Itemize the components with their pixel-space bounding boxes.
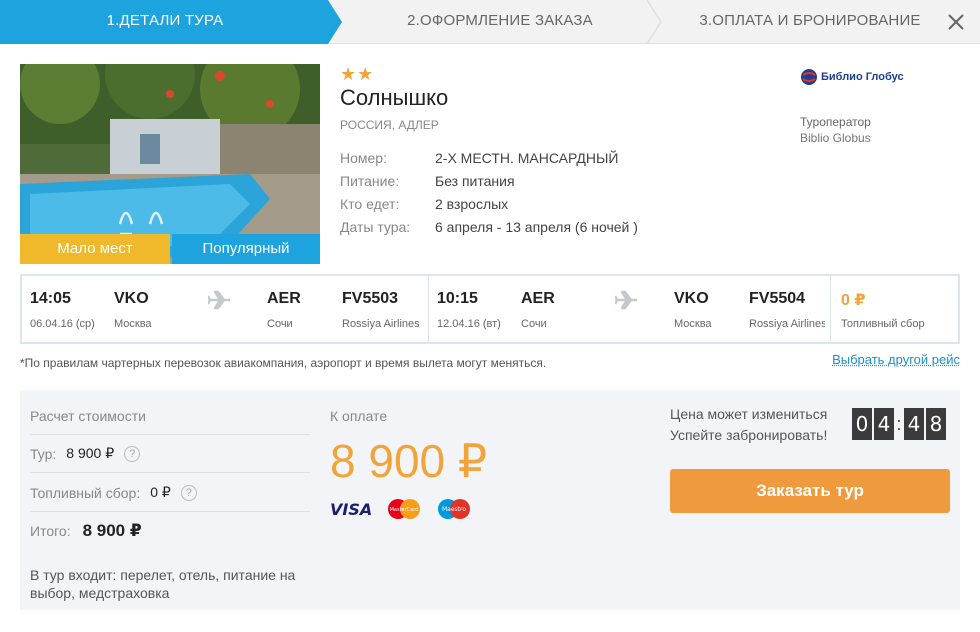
calc-value: 0 ₽ [150,484,171,500]
countdown-timer: 0 4 : 4 8 [852,408,948,440]
calc-row-fuel: Топливный сбор: 0 ₽ ? [30,484,197,501]
flights-panel: 14:05 06.04.16 (ср) VKO Москва AER Сочи … [20,274,960,344]
detail-value: 6 апреля - 13 апреля (6 ночей ) [435,219,638,235]
to-code: AER [267,290,301,307]
to-pay-amount: 8 900 ₽ [330,435,488,487]
order-tour-button[interactable]: Заказать тур [670,469,950,513]
operator-logo: Библио Глобус [800,68,904,86]
fuel-surcharge: 0 ₽ Топливный сбор [830,276,960,342]
calc-label: Итого: [30,523,71,539]
to-code: VKO [674,290,709,307]
detail-value: 2-Х МЕСТН. МАНСАРДНЫЙ [435,150,619,166]
dep-date: 06.04.16 (ср) [30,318,95,330]
checkout-steps: 1.Детали тура 2.Оформление заказа 3.Опла… [0,0,980,44]
help-icon[interactable]: ? [180,484,197,501]
step-payment[interactable]: 3.Оплата и бронирование [660,0,960,44]
tour-includes: В тур входит: перелет, отель, питание на… [30,567,296,601]
airline: Rossiya Airlines [749,318,825,330]
detail-row-dates: Даты тура: 6 апреля - 13 апреля (6 ночей … [340,217,638,240]
from-code: AER [521,290,555,307]
globe-icon [801,69,817,85]
detail-label: Даты тура: [340,219,411,235]
detail-row-room: Номер: 2-Х МЕСТН. МАНСАРДНЫЙ [340,148,638,171]
dep-time: 14:05 [30,290,71,307]
mastercard-icon: MasterCard [388,499,420,519]
fuel-price: 0 ₽ [841,292,866,309]
badge-popular: Популярный [172,234,320,264]
close-icon[interactable] [944,10,968,34]
badge-few-places: Мало мест [20,234,170,264]
fuel-label: Топливный сбор [841,318,925,330]
flight-number: FV5504 [749,290,806,307]
from-city: Москва [114,318,152,330]
svg-text:Maestro: Maestro [442,506,466,513]
svg-text:VISA: VISA [330,500,372,519]
calc-value: 8 900 ₽ [66,445,115,461]
star-rating: ★★ [340,64,375,84]
price-warning: Цена может измениться Успейте заброниров… [670,404,827,446]
detail-label: Кто едет: [340,196,400,212]
timer-digit: 4 [904,408,924,440]
divider [30,511,310,512]
flight-outbound: 14:05 06.04.16 (ср) VKO Москва AER Сочи … [22,276,426,342]
visa-icon: VISA [330,500,372,519]
detail-label: Номер: [340,150,387,166]
timer-separator: : [896,413,902,434]
charter-note: *По правилам чартерных перевозок авиаком… [20,356,547,370]
calc-label: Топливный сбор: [30,484,141,501]
hotel-location: РОССИЯ, АДЛЕР [340,118,439,132]
timer-digit: 8 [926,408,946,440]
svg-text:MasterCard: MasterCard [390,507,419,513]
help-icon[interactable]: ? [124,445,141,462]
maestro-icon: Maestro [438,499,470,519]
timer-digit: 0 [852,408,872,440]
divider [30,434,310,435]
choose-other-flight-link[interactable]: Выбрать другой рейс [832,352,960,367]
detail-value: 2 взрослых [435,196,509,212]
step-details[interactable]: 1.Детали тура [0,0,330,44]
tour-details: Номер: 2-Х МЕСТН. МАНСАРДНЫЙ Питание: Без … [340,148,638,240]
from-code: VKO [114,290,149,307]
detail-value: Без питания [435,173,515,189]
price-warning-line1: Цена может измениться [670,406,828,422]
from-city: Сочи [521,318,547,330]
operator-logo-text: Библио Глобус [821,71,904,83]
calc-row-total: Итого: 8 900 ₽ [30,521,142,541]
divider [30,472,310,473]
detail-row-meals: Питание: Без питания [340,171,638,194]
calc-row-tour: Тур: 8 900 ₽ ? [30,445,141,462]
to-city: Сочи [267,318,293,330]
step-order[interactable]: 2.Оформление заказа [345,0,655,44]
dep-date: 12.04.16 (вт) [437,318,501,330]
to-city: Москва [674,318,712,330]
airline: Rossiya Airlines [342,318,420,330]
payment-cards: VISA MasterCard Maestro [330,498,472,520]
dep-time: 10:15 [437,290,478,307]
total-value: 8 900 ₽ [82,521,142,540]
detail-label: Питание: [340,173,400,189]
operator-name: Biblio Globus [800,131,871,145]
calc-title: Расчет стоимости [30,408,146,424]
operator-label: Туроператор [800,115,871,129]
price-warning-line2: Успейте забронировать! [670,427,828,443]
plane-icon [208,290,230,310]
payment-panel: Расчет стоимости Тур: 8 900 ₽ ? Топливны… [20,390,960,610]
hotel-name: Солнышко [340,85,449,110]
flight-number: FV5503 [342,290,399,307]
flight-return: 10:15 12.04.16 (вт) AER Сочи VKO Москва … [428,276,830,342]
timer-digit: 4 [874,408,894,440]
to-pay-label: К оплате [330,408,388,424]
plane-icon [615,290,637,310]
detail-row-travelers: Кто едет: 2 взрослых [340,194,638,217]
calc-label: Тур: [30,445,57,462]
